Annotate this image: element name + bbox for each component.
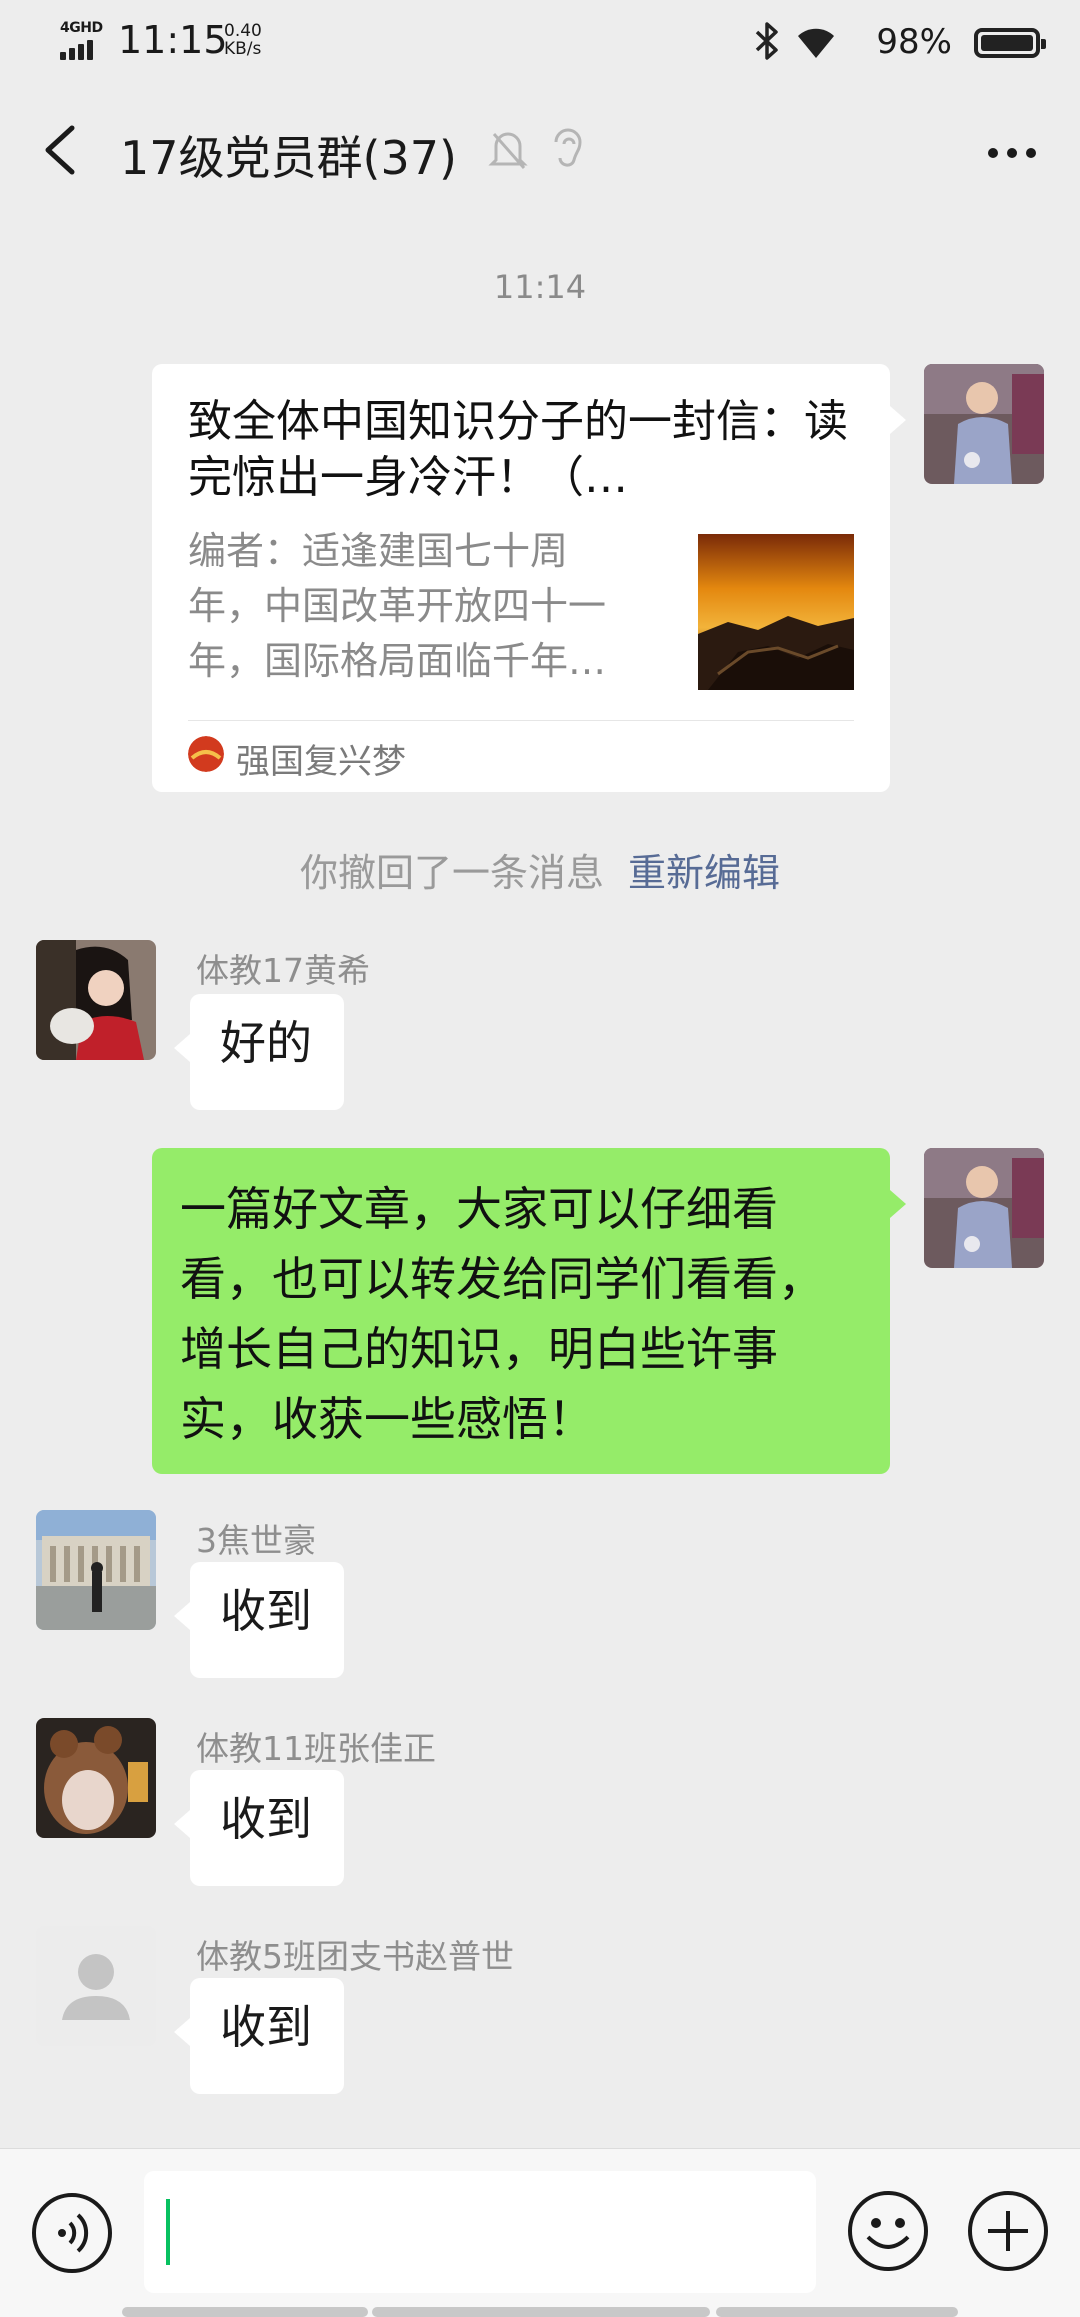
re-edit-link[interactable]: 重新编辑 — [628, 851, 780, 895]
message-bubble[interactable]: 收到 — [174, 1978, 344, 2094]
article-thumbnail — [698, 534, 854, 690]
sender-name: 3焦世豪 — [196, 1521, 316, 1560]
emoji-icon[interactable] — [846, 2189, 930, 2273]
input-bar — [0, 2148, 1080, 2317]
sender-name: 体教17黄希 — [196, 951, 370, 990]
more-icon[interactable] — [982, 132, 1042, 172]
divider — [188, 720, 854, 721]
back-icon[interactable] — [38, 120, 84, 180]
sender-name: 体教5班团支书赵普世 — [196, 1937, 514, 1976]
avatar-sender[interactable] — [36, 1926, 156, 2046]
source-logo-icon — [188, 736, 224, 772]
message-bubble[interactable]: 收到 — [174, 1562, 344, 1678]
status-bar: 4GHD 11:15 0.40 KB/s 98% — [0, 0, 1080, 82]
message-timestamp: 11:14 — [493, 268, 587, 306]
battery-icon — [974, 28, 1046, 58]
page-title: 17级党员群(37) — [120, 131, 457, 185]
message-bubble[interactable]: 收到 — [174, 1770, 344, 1886]
text-caret — [166, 2199, 170, 2265]
avatar-image — [36, 1510, 156, 1630]
network-speed: 0.40 KB/s — [224, 22, 262, 58]
avatar-image — [924, 364, 1044, 484]
avatar-sender[interactable] — [36, 1510, 156, 1630]
avatar-image — [36, 1718, 156, 1838]
avatar-image — [924, 1148, 1044, 1268]
avatar-image — [36, 940, 156, 1060]
voice-icon[interactable] — [30, 2191, 114, 2275]
plus-icon[interactable] — [966, 2189, 1050, 2273]
earpiece-icon — [554, 128, 582, 167]
article-description: 编者：适逢建国七十周年，中国改革开放四十一年，国际格局面临千年… — [188, 529, 607, 683]
avatar-sender[interactable] — [36, 940, 156, 1060]
bluetooth-icon — [755, 22, 778, 60]
message-bubble-self[interactable]: 一篇好文章，大家可以仔细看看，也可以转发给同学们看看，增长自己的知识，明白些许事… — [152, 1148, 906, 1474]
clock: 11:15 — [118, 18, 228, 62]
network-indicator: 4GHD — [58, 20, 106, 60]
default-avatar-icon — [36, 1926, 156, 2046]
wifi-icon — [798, 28, 834, 58]
chat-header: 17级党员群(37) — [0, 82, 1080, 230]
avatar-self[interactable] — [924, 364, 1044, 484]
recall-notice: 你撤回了一条消息 重新编辑 — [0, 842, 1080, 897]
message-bubble[interactable]: 好的 — [174, 994, 344, 1110]
sender-name: 体教11班张佳正 — [196, 1729, 436, 1768]
mute-bell-icon — [488, 132, 528, 169]
avatar-self[interactable] — [924, 1148, 1044, 1268]
avatar-sender[interactable] — [36, 1718, 156, 1838]
message-input[interactable] — [144, 2171, 816, 2293]
network-type: 4GHD — [60, 20, 103, 36]
network-speed-value: 0.40 — [224, 21, 262, 41]
article-title: 致全体中国知识分子的一封信：读完惊出一身冷汗！（… — [188, 396, 848, 503]
network-speed-unit: KB/s — [224, 39, 262, 59]
battery-percent: 98% — [876, 22, 952, 62]
article-source: 强国复兴梦 — [236, 742, 406, 782]
article-card[interactable]: 致全体中国知识分子的一封信：读完惊出一身冷汗！（… 编者：适逢建国七十周年，中国… — [152, 364, 906, 792]
recall-text: 你撤回了一条消息 — [299, 851, 604, 895]
